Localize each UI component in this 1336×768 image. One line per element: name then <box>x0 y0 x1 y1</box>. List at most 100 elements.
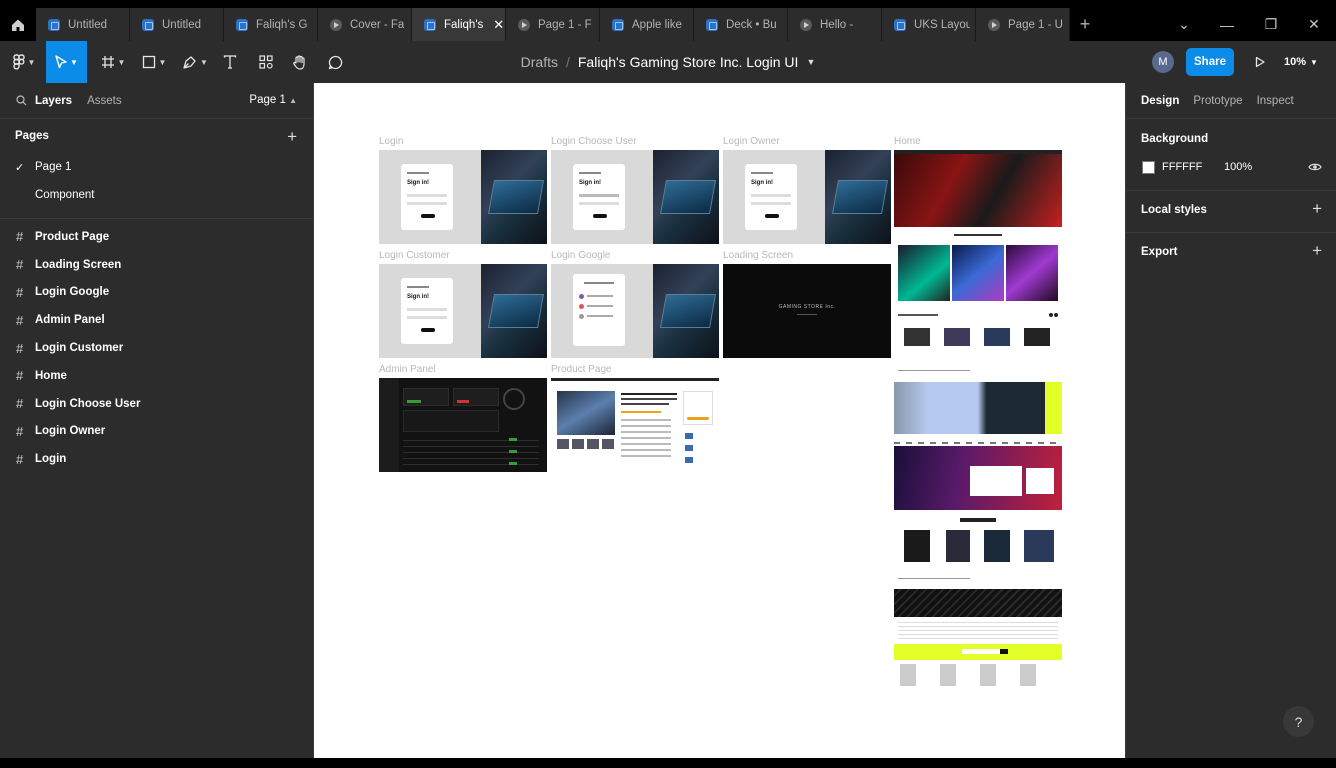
main-menu-button[interactable]: ▼ <box>6 41 42 83</box>
toolbar: ▼ ▼ ▼ ▼ ▼ Drafts / Faliqh's Gaming Store… <box>0 41 1336 83</box>
frame-login-google[interactable] <box>551 264 719 358</box>
share-button[interactable]: Share <box>1186 48 1234 76</box>
tab-label: Apple like <box>632 18 682 31</box>
tab-bar: Untitled Untitled Faliqh's G Cover - Fa Fali… <box>0 0 1336 41</box>
design-file-icon <box>894 18 906 31</box>
frame-loading-screen[interactable]: GAMING STORE Inc. <box>723 264 891 358</box>
background-opacity-input[interactable]: 100% <box>1224 161 1252 173</box>
add-page-icon[interactable]: + <box>287 127 297 147</box>
tab-layers[interactable]: Layers <box>35 95 72 107</box>
restore-icon[interactable]: ❐ <box>1249 8 1293 41</box>
frame-login-customer[interactable]: Sign in! <box>379 264 547 358</box>
tab-9[interactable]: UKS Layou <box>882 8 976 41</box>
page-selector[interactable]: Page 1 ▲ <box>249 94 297 106</box>
layer-label: Product Page <box>35 230 110 243</box>
frame-login[interactable]: Sign in! <box>379 150 547 244</box>
layer-item[interactable]: # Admin Panel <box>0 306 313 334</box>
home-dark-strip <box>894 589 1062 617</box>
frame-home[interactable] <box>894 150 1062 690</box>
layer-item[interactable]: # Loading Screen <box>0 251 313 279</box>
page-item-component[interactable]: Component <box>0 181 313 209</box>
design-file-icon <box>706 18 718 31</box>
present-button[interactable] <box>1248 41 1272 83</box>
tab-8[interactable]: Hello - <box>788 8 882 41</box>
frame-label-login[interactable]: Login <box>379 136 403 147</box>
shape-tool-button[interactable]: ▼ <box>138 41 170 83</box>
bottom-bar <box>0 758 1336 768</box>
search-icon[interactable] <box>16 95 27 106</box>
frame-login-owner[interactable]: Sign in! <box>723 150 891 244</box>
close-window-icon[interactable]: ✕ <box>1292 8 1336 41</box>
layer-label: Login Choose User <box>35 397 141 410</box>
tab-prototype[interactable]: Prototype <box>1193 95 1242 107</box>
breadcrumb-drafts[interactable]: Drafts <box>521 54 558 70</box>
frame-label-login-choose-user[interactable]: Login Choose User <box>551 136 637 147</box>
frame-admin-panel[interactable] <box>379 378 547 472</box>
tab-inspect[interactable]: Inspect <box>1257 95 1294 107</box>
canvas[interactable]: Login Login Choose User Login Owner Home… <box>314 83 1125 758</box>
frame-label-loading-screen[interactable]: Loading Screen <box>723 250 793 261</box>
eye-icon[interactable] <box>1308 162 1322 172</box>
chevron-up-icon: ▲ <box>289 96 297 105</box>
file-name[interactable]: Faliqh's Gaming Store Inc. Login UI <box>578 54 799 70</box>
design-file-icon <box>142 18 154 31</box>
divider <box>0 218 313 219</box>
tab-3[interactable]: Cover - Fa <box>318 8 412 41</box>
frame-tool-button[interactable]: ▼ <box>96 41 130 83</box>
tab-1[interactable]: Untitled <box>130 8 224 41</box>
comment-tool-button[interactable] <box>323 41 347 83</box>
text-tool-button[interactable] <box>218 41 242 83</box>
layer-item[interactable]: # Login <box>0 445 313 473</box>
minimize-icon[interactable]: — <box>1205 8 1249 41</box>
frame-label-product-page[interactable]: Product Page <box>551 364 612 375</box>
layer-item[interactable]: # Product Page <box>0 223 313 251</box>
sign-in-text: Sign in! <box>751 180 773 186</box>
new-tab-icon[interactable]: + <box>1070 8 1100 41</box>
add-style-icon[interactable]: + <box>1312 199 1322 219</box>
zoom-menu[interactable]: 10% ▼ <box>1284 41 1328 83</box>
frame-login-choose-user[interactable]: Sign in! <box>551 150 719 244</box>
frame-icon: # <box>16 423 24 439</box>
resources-tool-button[interactable] <box>254 41 278 83</box>
close-tab-icon[interactable]: ✕ <box>493 17 504 33</box>
tab-4[interactable]: Faliqh's ✕ <box>412 8 506 41</box>
avatar[interactable]: M <box>1152 51 1174 73</box>
layer-label: Login Google <box>35 286 110 299</box>
background-color-swatch[interactable] <box>1142 161 1155 174</box>
frame-label-login-google[interactable]: Login Google <box>551 250 611 261</box>
tab-5[interactable]: Page 1 - F <box>506 8 600 41</box>
layer-item[interactable]: # Login Google <box>0 279 313 307</box>
frame-label-login-customer[interactable]: Login Customer <box>379 250 450 261</box>
frame-label-admin-panel[interactable]: Admin Panel <box>379 364 436 375</box>
frame-label-login-owner[interactable]: Login Owner <box>723 136 780 147</box>
tab-7[interactable]: Deck • Bu <box>694 8 788 41</box>
frame-label-home[interactable]: Home <box>894 136 921 147</box>
tab-design[interactable]: Design <box>1141 95 1179 107</box>
tab-6[interactable]: Apple like <box>600 8 694 41</box>
layer-item[interactable]: # Home <box>0 362 313 390</box>
tab-0[interactable]: Untitled <box>36 8 130 41</box>
laptop-photo <box>653 150 719 244</box>
pen-tool-button[interactable]: ▼ <box>178 41 212 83</box>
hand-tool-button[interactable] <box>288 41 312 83</box>
tab-2[interactable]: Faliqh's G <box>224 8 318 41</box>
layer-item[interactable]: # Login Customer <box>0 334 313 362</box>
file-menu-chevron-icon[interactable]: ▼ <box>806 57 815 67</box>
background-hex-input[interactable]: FFFFFF <box>1162 161 1202 173</box>
chevron-down-icon[interactable]: ⌄ <box>1162 8 1206 41</box>
export-title: Export <box>1141 246 1178 258</box>
layer-item[interactable]: # Login Choose User <box>0 390 313 418</box>
move-tool-button[interactable]: ▼ <box>46 41 87 83</box>
frame-product-page[interactable] <box>551 378 719 472</box>
divider <box>1126 232 1336 233</box>
page-item-page-1[interactable]: ✓ Page 1 <box>0 153 313 181</box>
background-title: Background <box>1141 133 1209 145</box>
help-button[interactable]: ? <box>1283 706 1314 737</box>
home-icon[interactable] <box>0 8 36 41</box>
layer-item[interactable]: # Login Owner <box>0 418 313 446</box>
layer-label: Login Customer <box>35 342 124 355</box>
tab-10[interactable]: Page 1 - U <box>976 8 1070 41</box>
left-panel-tabs: Layers Assets Page 1 ▲ <box>0 83 313 119</box>
add-export-icon[interactable]: + <box>1312 241 1322 261</box>
tab-assets[interactable]: Assets <box>87 95 122 107</box>
